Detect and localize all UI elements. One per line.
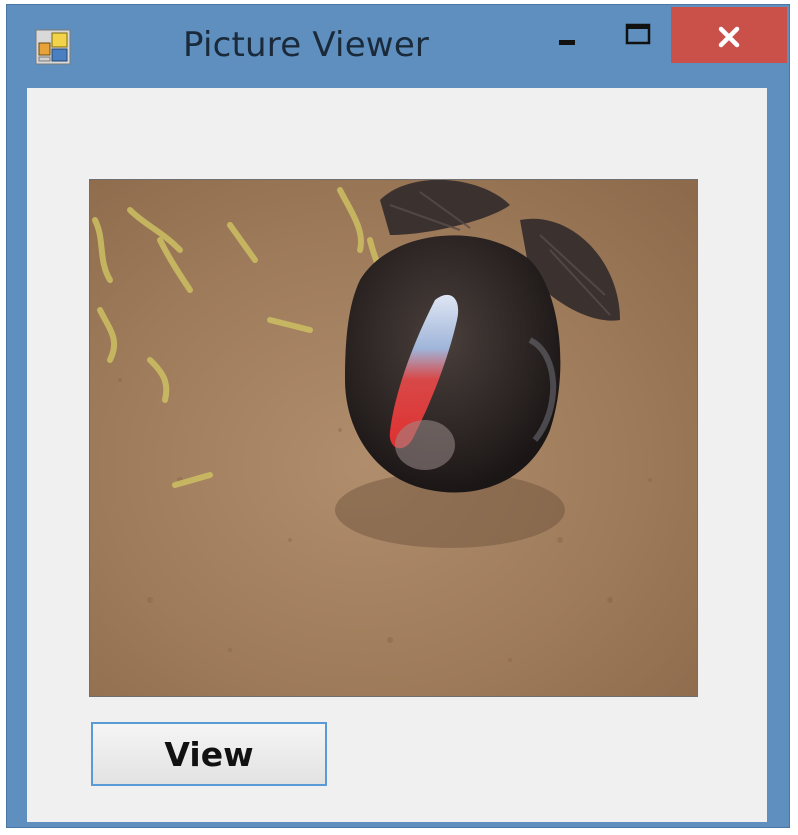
- picture-viewer-window: Picture Viewer View: [6, 4, 790, 828]
- app-icon[interactable]: [35, 29, 71, 65]
- close-icon: [718, 26, 740, 48]
- maximize-button[interactable]: [607, 7, 667, 63]
- maximize-icon: [625, 23, 651, 45]
- minimize-button[interactable]: [539, 7, 595, 63]
- turkey-photo: [90, 180, 697, 696]
- title-bar[interactable]: Picture Viewer: [7, 5, 789, 85]
- minimize-icon: [559, 40, 575, 45]
- view-button[interactable]: View: [91, 722, 327, 786]
- window-title: Picture Viewer: [183, 25, 430, 65]
- client-area: View: [27, 88, 767, 822]
- picture-box: [89, 179, 698, 697]
- close-button[interactable]: [671, 7, 787, 63]
